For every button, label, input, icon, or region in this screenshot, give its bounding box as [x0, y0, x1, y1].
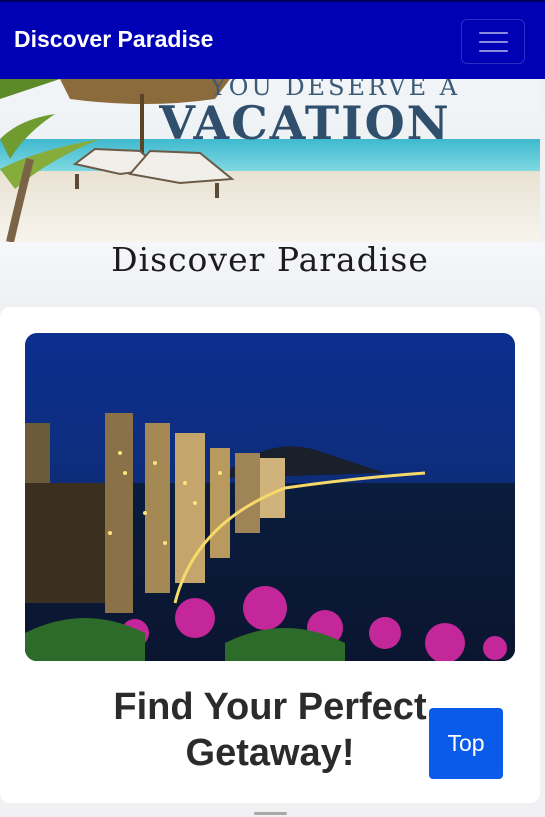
scroll-indicator [254, 812, 287, 815]
hero-banner-image: YOU DESERVE A VACATION [0, 79, 540, 242]
card-headline: Find Your Perfect Getaway! [113, 686, 427, 774]
navbar: Discover Paradise [0, 0, 545, 79]
banner-title: VACATION [158, 96, 450, 150]
navbar-toggler-button[interactable] [461, 19, 525, 64]
featured-destination-photo [25, 333, 515, 661]
page-subtitle: Discover Paradise [111, 240, 429, 279]
back-to-top-button[interactable]: Top [429, 708, 503, 779]
brand-link[interactable]: Discover Paradise [14, 26, 213, 53]
